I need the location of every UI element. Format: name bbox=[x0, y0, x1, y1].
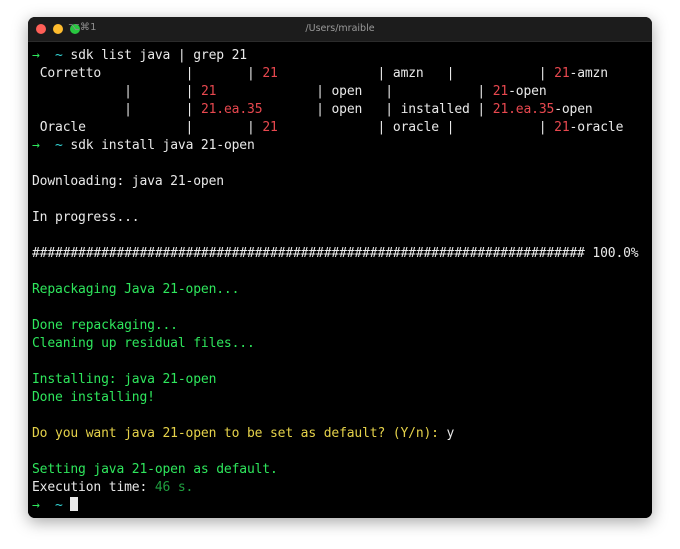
table-row: | | 21 | open | | 21-open bbox=[32, 83, 652, 101]
terminal-window[interactable]: ⌥⌘1 /Users/mraible → ~ sdk list java | g… bbox=[28, 17, 652, 518]
identifier-suffix: -oracle bbox=[569, 120, 624, 135]
prompt-arrow-icon: → bbox=[32, 498, 40, 513]
identifier-suffix: -amzn bbox=[569, 66, 609, 81]
titlebar[interactable]: ⌥⌘1 /Users/mraible bbox=[28, 17, 652, 42]
final-prompt-line[interactable]: → ~ bbox=[32, 497, 652, 515]
progress-percent: 100.0% bbox=[592, 246, 639, 261]
default-answer: y bbox=[446, 426, 455, 441]
dist-cell: open bbox=[331, 84, 363, 99]
command-text-1: sdk list java | grep 21 bbox=[70, 48, 247, 63]
dist-cell: amzn bbox=[392, 66, 424, 81]
dist-cell: open bbox=[331, 102, 363, 117]
dist-cell: oracle bbox=[392, 120, 439, 135]
window-title: /Users/mraible bbox=[305, 23, 375, 34]
separator: | bbox=[477, 102, 486, 117]
command-text-2: sdk install java 21-open bbox=[70, 138, 255, 153]
version-cell: 21 bbox=[262, 120, 278, 135]
identifier-version: 21.ea.35 bbox=[492, 102, 555, 117]
execution-value: 46 s. bbox=[154, 480, 194, 495]
prompt-arrow-icon: → bbox=[32, 48, 40, 63]
default-prompt-line: Do you want java 21-open to be set as de… bbox=[32, 425, 652, 443]
identifier-suffix: -open bbox=[508, 84, 547, 99]
separator: | bbox=[316, 84, 324, 99]
identifier-version: 21 bbox=[554, 120, 570, 135]
cleaning-line: Cleaning up residual files... bbox=[32, 336, 255, 351]
prompt-arrow-icon: → bbox=[32, 138, 40, 153]
separator: | bbox=[385, 84, 393, 99]
terminal-screen[interactable]: → ~ sdk list java | grep 21 Corretto | |… bbox=[28, 42, 652, 518]
in-progress-line: In progress... bbox=[32, 210, 140, 225]
repackaging-line: Repackaging Java 21-open... bbox=[32, 282, 240, 297]
table-row: | | 21.ea.35 | open | installed | 21.ea.… bbox=[32, 101, 652, 119]
execution-label: Execution time: bbox=[32, 480, 155, 495]
execution-time-line: Execution time: 46 s. bbox=[32, 479, 652, 497]
downloading-line: Downloading: java 21-open bbox=[32, 174, 224, 189]
separator: | bbox=[124, 102, 132, 117]
identifier-version: 21 bbox=[492, 84, 509, 99]
text-cursor bbox=[70, 497, 79, 511]
command-line-1: → ~ sdk list java | grep 21 bbox=[32, 47, 652, 65]
prompt-path: ~ bbox=[55, 48, 63, 63]
separator: | bbox=[316, 102, 324, 117]
separator: | bbox=[246, 120, 255, 135]
vendor-cell: Oracle bbox=[39, 120, 86, 135]
setting-default-line: Setting java 21-open as default. bbox=[32, 462, 278, 477]
version-cell: 21 bbox=[200, 84, 217, 99]
prompt-path: ~ bbox=[55, 498, 63, 513]
separator: | bbox=[247, 66, 255, 81]
version-cell: 21 bbox=[262, 66, 278, 81]
table-row: Corretto | | 21 | amzn | | 21-amzn bbox=[32, 65, 652, 83]
vendor-cell: Corretto bbox=[39, 66, 102, 81]
installing-line: Installing: java 21-open bbox=[32, 372, 217, 387]
done-repackaging-line: Done repackaging... bbox=[32, 318, 178, 333]
separator: | bbox=[124, 84, 132, 99]
identifier-version: 21 bbox=[554, 66, 570, 81]
done-installing-line: Done installing! bbox=[32, 390, 155, 405]
version-cell: 21.ea.35 bbox=[200, 102, 263, 117]
separator: | bbox=[477, 84, 486, 99]
separator: | bbox=[385, 102, 393, 117]
table-row: Oracle | | 21 | oracle | | 21-oracle bbox=[32, 119, 652, 137]
prompt-path: ~ bbox=[55, 138, 63, 153]
progress-hashes: ########################################… bbox=[32, 246, 585, 261]
default-question: Do you want java 21-open to be set as de… bbox=[32, 426, 447, 441]
status-cell: installed bbox=[400, 102, 470, 117]
identifier-suffix: -open bbox=[554, 102, 593, 117]
progress-bar-line: ########################################… bbox=[32, 245, 652, 263]
command-line-2: → ~ sdk install java 21-open bbox=[32, 137, 652, 155]
